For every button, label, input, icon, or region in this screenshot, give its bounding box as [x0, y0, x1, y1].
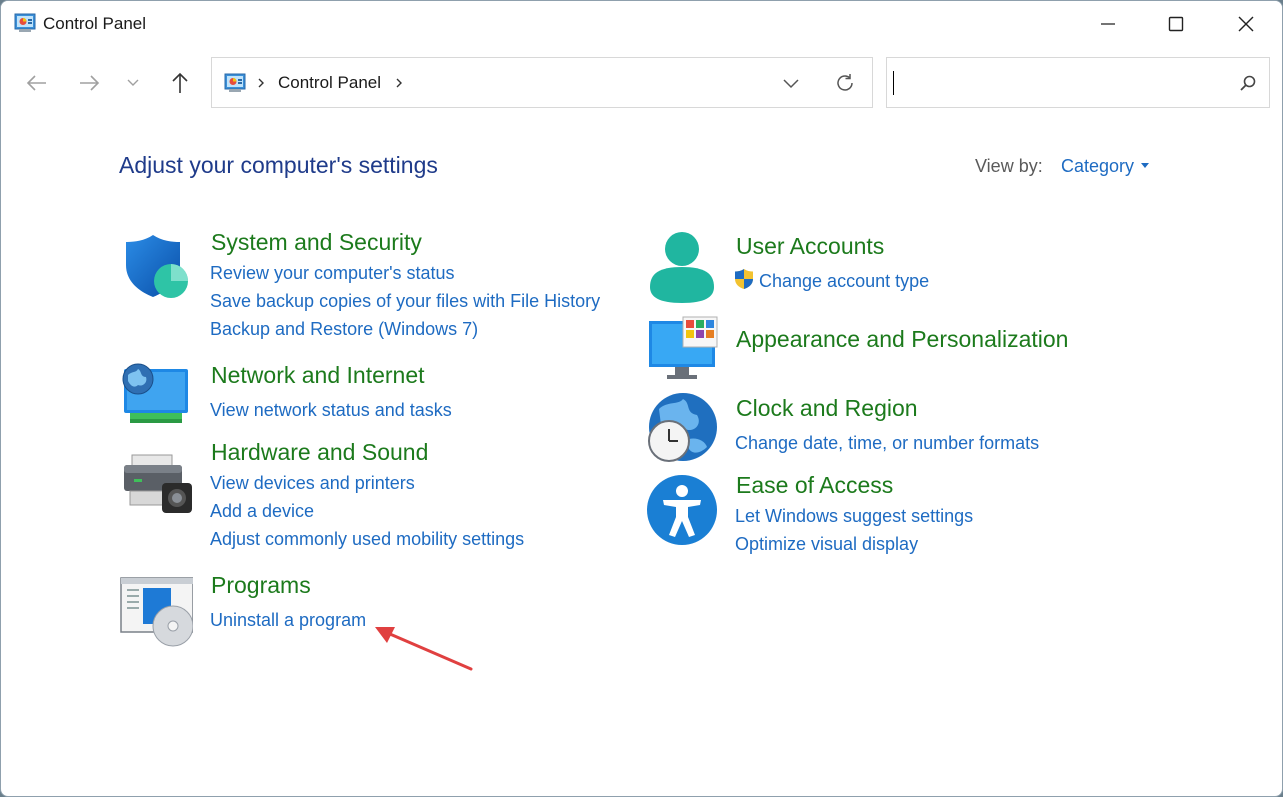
link-devices-printers[interactable]: View devices and printers [210, 473, 415, 494]
breadcrumb-control-panel[interactable]: Control Panel [278, 73, 381, 93]
page-heading: Adjust your computer's settings [119, 152, 438, 178]
control-panel-app-icon [14, 13, 36, 32]
link-add-device[interactable]: Add a device [210, 501, 314, 522]
link-review-status[interactable]: Review your computer's status [210, 263, 455, 284]
link-file-history[interactable]: Save backup copies of your files with Fi… [210, 291, 600, 312]
minimize-icon [1101, 23, 1115, 25]
category-title-clock-region[interactable]: Clock and Region [736, 395, 918, 422]
category-title-hardware[interactable]: Hardware and Sound [211, 439, 428, 466]
back-arrow-icon [26, 75, 46, 91]
forward-arrow-icon [80, 75, 100, 91]
chevron-right-icon[interactable] [256, 77, 266, 89]
text-caret [893, 71, 894, 95]
link-network-status[interactable]: View network status and tasks [210, 400, 452, 421]
link-date-time-formats[interactable]: Change date, time, or number formats [735, 433, 1039, 454]
window-title: Control Panel [43, 14, 147, 33]
programs-icon[interactable] [119, 576, 193, 650]
clock-globe-icon[interactable] [645, 391, 719, 465]
maximize-icon [1168, 16, 1184, 32]
printer-icon[interactable] [118, 449, 192, 523]
chevron-down-icon [127, 79, 139, 86]
link-backup-restore[interactable]: Backup and Restore (Windows 7) [210, 319, 478, 340]
chevron-right-icon[interactable] [394, 77, 404, 89]
back-button[interactable] [21, 67, 53, 99]
search-input[interactable] [897, 68, 1217, 98]
link-suggest-settings[interactable]: Let Windows suggest settings [735, 506, 973, 527]
shield-icon[interactable] [118, 229, 192, 303]
category-title-network[interactable]: Network and Internet [211, 362, 425, 389]
annotation-arrow-icon [375, 627, 473, 671]
forward-button[interactable] [73, 67, 105, 99]
address-dropdown-icon[interactable] [780, 72, 802, 94]
user-accounts-icon[interactable] [645, 229, 719, 303]
up-arrow-icon [172, 72, 188, 93]
view-by-dropdown[interactable]: Category [1061, 156, 1134, 177]
control-panel-window: Control Panel Control Panel Adjust your … [0, 0, 1283, 797]
category-title-programs[interactable]: Programs [211, 572, 311, 599]
control-panel-icon [224, 73, 246, 92]
appearance-icon[interactable] [645, 313, 719, 387]
view-by-caret-icon[interactable] [1141, 163, 1149, 168]
maximize-button[interactable] [1141, 1, 1211, 47]
minimize-button[interactable] [1073, 1, 1143, 47]
accessibility-icon[interactable] [645, 473, 719, 547]
link-uninstall-program[interactable]: Uninstall a program [210, 610, 366, 631]
close-button[interactable] [1211, 1, 1281, 47]
uac-shield-icon [735, 269, 753, 289]
title-bar: Control Panel [1, 1, 1282, 47]
link-change-account-type[interactable]: Change account type [759, 271, 929, 292]
category-title-system-security[interactable]: System and Security [211, 229, 422, 256]
category-title-ease-access[interactable]: Ease of Access [736, 472, 893, 499]
up-button[interactable] [164, 67, 196, 99]
recent-locations-button[interactable] [119, 67, 147, 99]
category-title-appearance[interactable]: Appearance and Personalization [736, 326, 1068, 353]
view-by-label: View by: [975, 156, 1043, 176]
link-mobility-settings[interactable]: Adjust commonly used mobility settings [210, 529, 524, 550]
close-icon [1238, 16, 1254, 32]
address-bar[interactable]: Control Panel [211, 57, 873, 108]
category-title-user-accounts[interactable]: User Accounts [736, 233, 884, 260]
search-icon[interactable] [1239, 74, 1257, 92]
refresh-icon[interactable] [834, 72, 856, 94]
search-box[interactable] [886, 57, 1270, 108]
network-icon[interactable] [118, 359, 192, 433]
link-optimize-display[interactable]: Optimize visual display [735, 534, 918, 555]
